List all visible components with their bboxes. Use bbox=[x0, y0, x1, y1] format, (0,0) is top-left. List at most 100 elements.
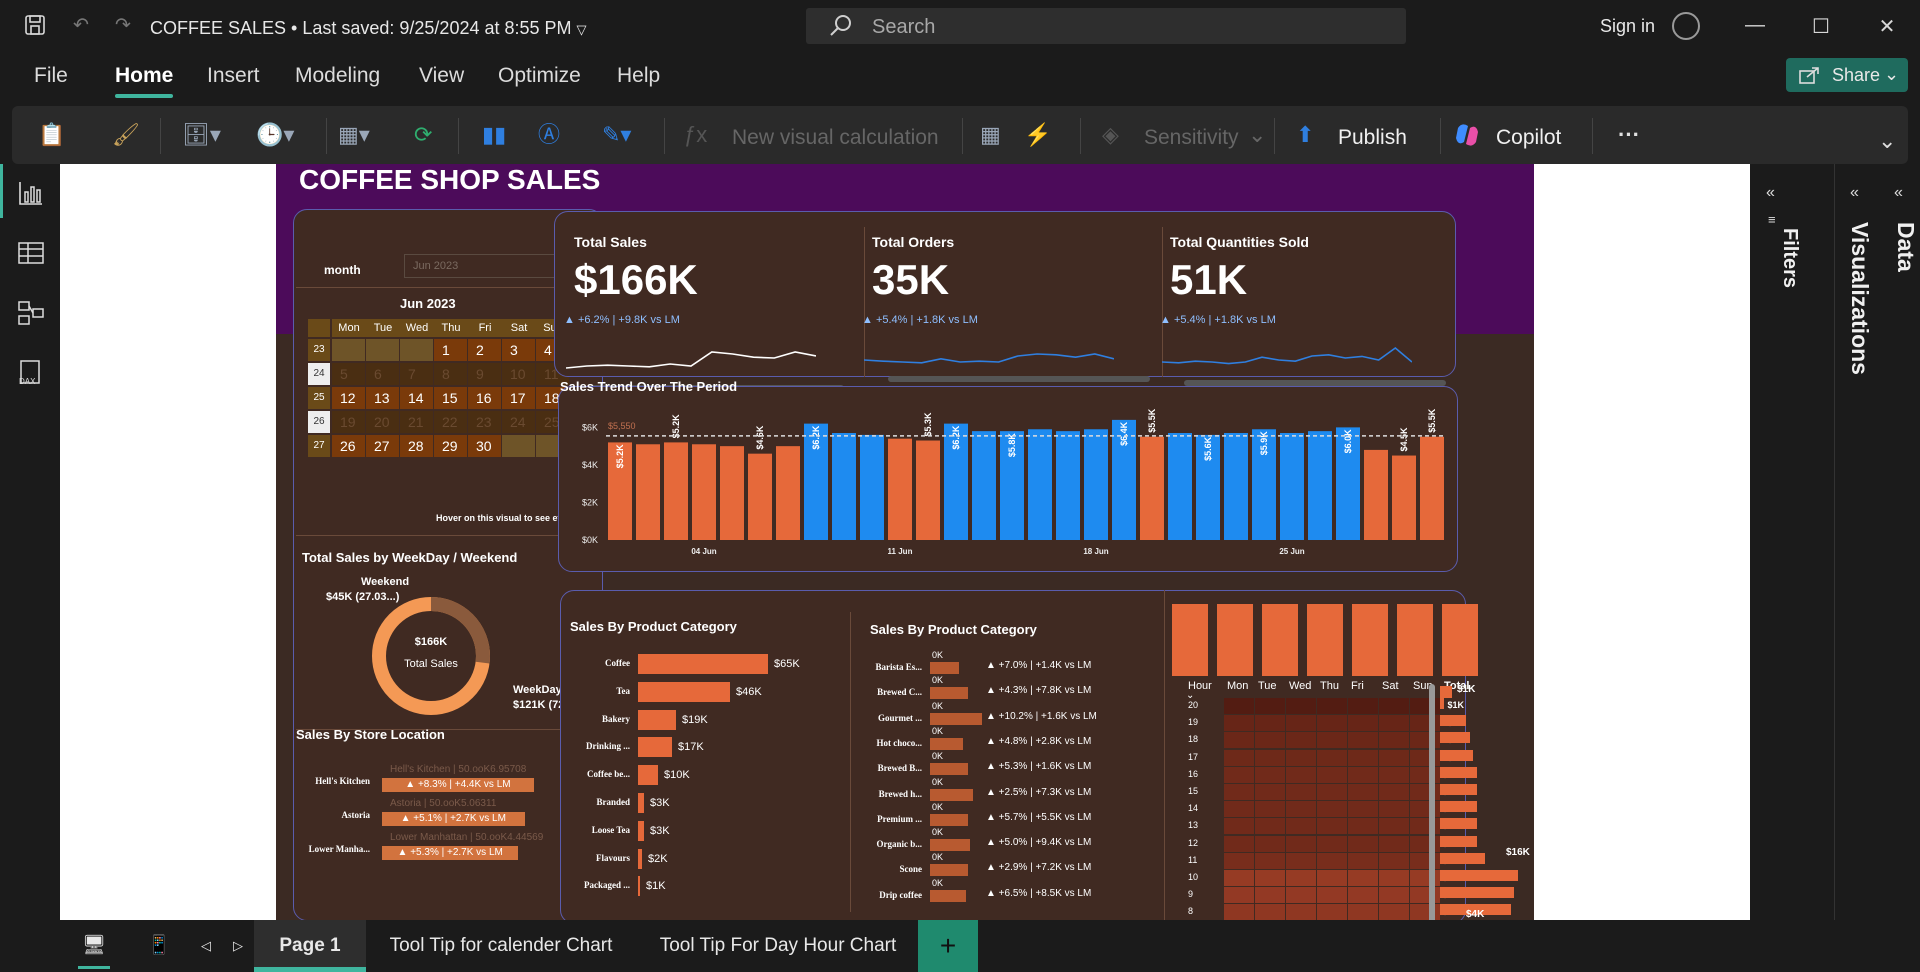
share-button[interactable]: Share ⌄ bbox=[1786, 58, 1908, 92]
trend-bar[interactable] bbox=[1392, 455, 1416, 540]
save-icon[interactable] bbox=[22, 13, 48, 39]
heatmap-cell[interactable] bbox=[1255, 870, 1285, 886]
visualizations-pane-title[interactable]: Visualizations bbox=[1846, 222, 1873, 375]
heatmap-cell[interactable] bbox=[1317, 904, 1347, 920]
heatmap-cell[interactable] bbox=[1224, 698, 1254, 714]
heatmap-cell[interactable] bbox=[1255, 749, 1285, 766]
heatmap-cell[interactable] bbox=[1224, 732, 1254, 749]
paste-icon[interactable]: 📋 bbox=[38, 120, 65, 150]
heatmap-cell[interactable] bbox=[1224, 887, 1254, 904]
hour-total-bar[interactable] bbox=[1440, 835, 1478, 847]
trend-bar[interactable] bbox=[1084, 429, 1108, 540]
heatmap-cell[interactable] bbox=[1224, 766, 1254, 783]
close-icon[interactable]: ✕ bbox=[1872, 14, 1902, 39]
heatmap-cell[interactable] bbox=[1224, 801, 1254, 818]
heatmap-cell[interactable] bbox=[1286, 852, 1316, 869]
dax-query-view-icon[interactable]: DAX bbox=[16, 358, 46, 388]
category-bar[interactable] bbox=[638, 848, 642, 869]
heatmap-cell[interactable] bbox=[1224, 835, 1254, 852]
heatmap-cell[interactable] bbox=[1379, 749, 1409, 766]
heatmap-cell[interactable] bbox=[1379, 715, 1409, 732]
trend-bar[interactable] bbox=[636, 444, 660, 540]
category-bar[interactable] bbox=[638, 681, 730, 702]
more-visuals-icon[interactable]: ✎▾ bbox=[602, 120, 631, 150]
search-box[interactable]: Search bbox=[806, 8, 1406, 44]
calendar-day-cell[interactable]: 9 bbox=[468, 363, 501, 385]
weekday-column[interactable] bbox=[1172, 604, 1208, 676]
heatmap-cell[interactable] bbox=[1317, 715, 1347, 732]
heatmap-cell[interactable] bbox=[1317, 818, 1347, 835]
calendar-day-cell[interactable]: 30 bbox=[468, 435, 501, 457]
heatmap-cell[interactable] bbox=[1255, 766, 1285, 783]
store-bar[interactable]: ▲ +8.3% | +4.4K vs LM bbox=[382, 778, 534, 792]
heatmap-cell[interactable] bbox=[1255, 818, 1285, 835]
calendar-day-cell[interactable]: 15 bbox=[434, 387, 467, 409]
product-bar[interactable] bbox=[930, 712, 983, 725]
calendar-day-cell[interactable]: 29 bbox=[434, 435, 467, 457]
text-box-icon[interactable]: Ⓐ bbox=[538, 120, 560, 150]
new-visual-icon[interactable]: ▮▮ bbox=[482, 120, 506, 150]
calendar-day-cell[interactable]: 19 bbox=[332, 411, 365, 433]
trend-bar[interactable] bbox=[1308, 431, 1332, 540]
report-view-icon[interactable] bbox=[16, 178, 46, 208]
calendar-day-cell[interactable]: 20 bbox=[366, 411, 399, 433]
category-bar[interactable] bbox=[638, 820, 644, 841]
quick-measure-icon[interactable]: ⚡ bbox=[1024, 120, 1051, 150]
tab-tooltip-calendar[interactable]: Tool Tip for calender Chart bbox=[376, 920, 626, 972]
heatmap-cell[interactable] bbox=[1348, 870, 1378, 886]
minimize-icon[interactable]: — bbox=[1740, 14, 1770, 37]
heatmap-cell[interactable] bbox=[1348, 715, 1378, 732]
document-title[interactable]: COFFEE SALES • Last saved: 9/25/2024 at … bbox=[150, 18, 587, 39]
heatmap-cell[interactable] bbox=[1286, 698, 1316, 714]
heatmap-cell[interactable] bbox=[1379, 887, 1409, 904]
heatmap-cell[interactable] bbox=[1348, 749, 1378, 766]
heatmap-cell[interactable] bbox=[1317, 749, 1347, 766]
chevron-down-icon[interactable]: ⌄ bbox=[1248, 120, 1266, 150]
hour-total-bar[interactable] bbox=[1440, 766, 1478, 778]
trend-bar[interactable] bbox=[664, 442, 688, 540]
calendar-grid[interactable]: Mon Tue Wed Thu Fri Sat Sun 23 1 2 3 4 24 5 6 7 8 9 10 11 25… bbox=[308, 319, 583, 463]
filters-pane-title[interactable]: Filters bbox=[1778, 228, 1801, 288]
weekday-donut-chart[interactable] bbox=[366, 591, 496, 721]
weekday-column[interactable] bbox=[1217, 604, 1253, 676]
calendar-day-cell[interactable]: 26 bbox=[332, 435, 365, 457]
calendar-day-cell[interactable]: 3 bbox=[502, 339, 535, 361]
product-bar[interactable] bbox=[930, 788, 973, 801]
category-bar[interactable] bbox=[638, 654, 768, 674]
trend-bar[interactable] bbox=[1056, 431, 1080, 540]
heatmap-cell[interactable] bbox=[1224, 784, 1254, 800]
product-bar[interactable] bbox=[930, 763, 968, 776]
category-bar[interactable] bbox=[638, 709, 676, 730]
menu-help[interactable]: Help bbox=[617, 64, 660, 88]
weekday-column-chart[interactable] bbox=[1168, 588, 1488, 678]
sensitivity-button[interactable]: Sensitivity bbox=[1144, 126, 1239, 150]
category-bar[interactable] bbox=[638, 793, 644, 813]
heatmap-cell[interactable] bbox=[1224, 749, 1254, 766]
category-bar-chart[interactable]: Coffee $65K Tea $46K Bakery $19K Drinking ... $… bbox=[560, 654, 860, 914]
heatmap-cell[interactable] bbox=[1379, 870, 1409, 886]
calendar-day-cell[interactable]: 14 bbox=[400, 387, 433, 409]
heatmap-cell[interactable] bbox=[1348, 904, 1378, 920]
heatmap-cell[interactable] bbox=[1348, 852, 1378, 869]
heatmap-cell[interactable] bbox=[1317, 835, 1347, 852]
heatmap-cell[interactable] bbox=[1348, 784, 1378, 800]
calendar-day-cell[interactable]: 1 bbox=[434, 339, 467, 361]
heatmap-cell[interactable] bbox=[1379, 801, 1409, 818]
heatmap-cell[interactable] bbox=[1255, 715, 1285, 732]
recent-sources-icon[interactable]: 🕒▾ bbox=[256, 120, 294, 150]
heatmap-cell[interactable] bbox=[1317, 732, 1347, 749]
calendar-day-cell[interactable]: 12 bbox=[332, 387, 365, 409]
calendar-day-cell[interactable]: 2 bbox=[468, 339, 501, 361]
heatmap-cell[interactable] bbox=[1348, 801, 1378, 818]
copilot-button[interactable]: Copilot bbox=[1496, 126, 1561, 150]
weekday-column[interactable] bbox=[1262, 604, 1298, 676]
collapse-ribbon-icon[interactable]: ⌄ bbox=[1878, 126, 1896, 156]
trend-bar[interactable] bbox=[720, 446, 744, 540]
trend-bar[interactable] bbox=[776, 446, 800, 540]
heatmap-cell[interactable] bbox=[1379, 818, 1409, 835]
heatmap-cell[interactable] bbox=[1286, 870, 1316, 886]
heatmap-cell[interactable] bbox=[1379, 732, 1409, 749]
heatmap-cell[interactable] bbox=[1286, 887, 1316, 904]
calendar-day-cell[interactable]: 7 bbox=[400, 363, 433, 385]
heatmap-cell[interactable] bbox=[1317, 766, 1347, 783]
